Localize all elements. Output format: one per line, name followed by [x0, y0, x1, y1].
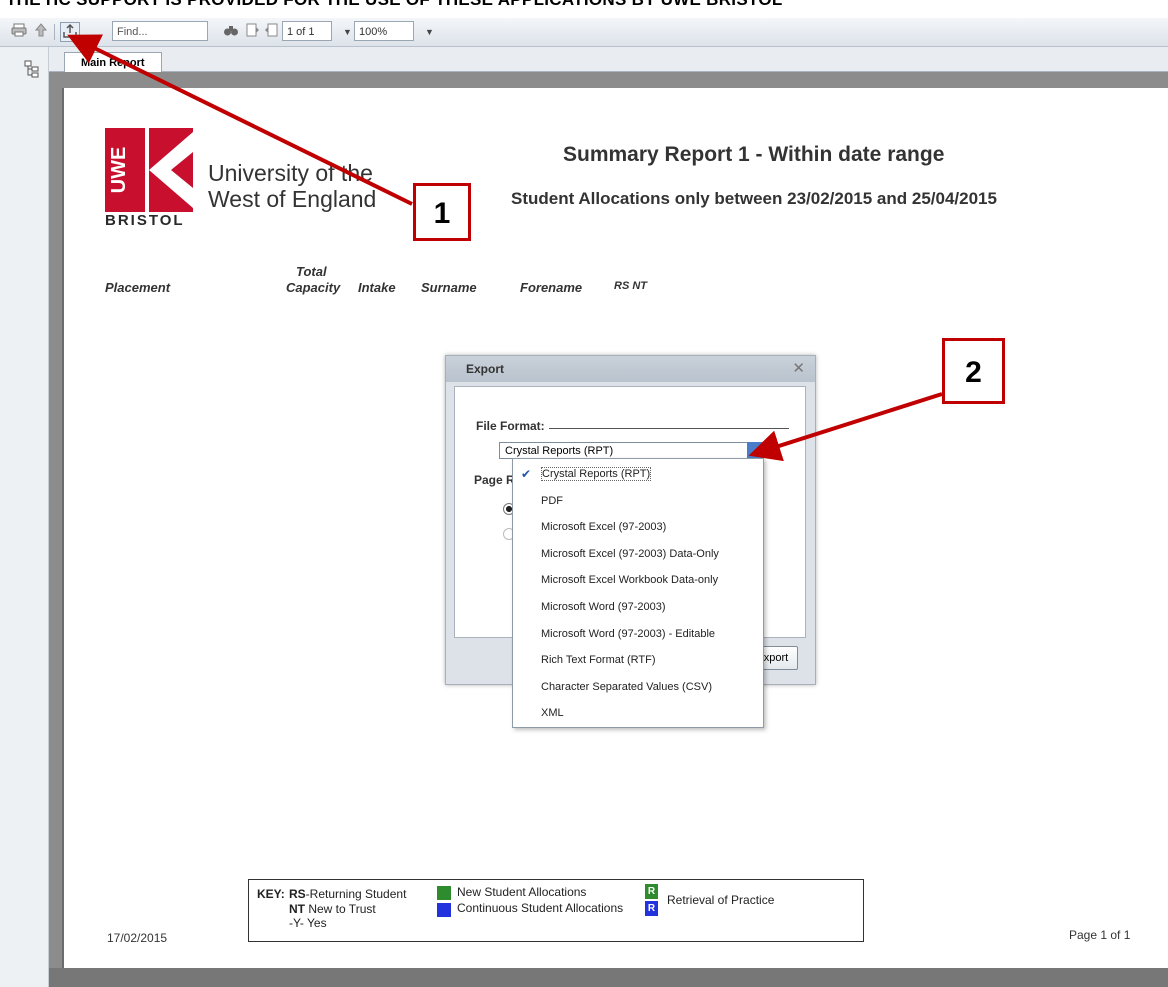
callout-arrows	[67, 34, 943, 462]
callout-2: 2	[942, 338, 1005, 404]
callout-arrow-1	[67, 34, 413, 206]
callout-1: 1	[413, 183, 471, 241]
callout-arrow-2	[748, 392, 943, 462]
